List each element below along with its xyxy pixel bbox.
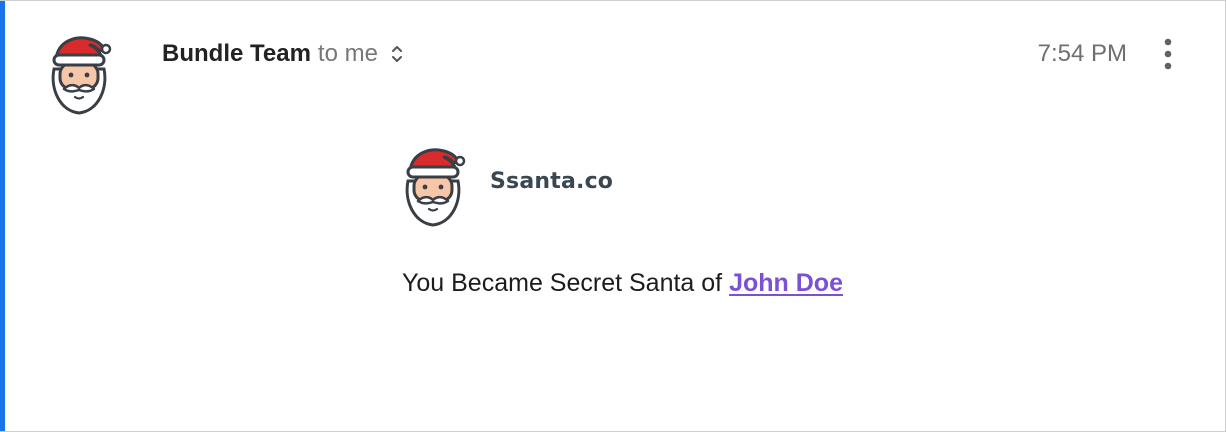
message-header: Bundle Team to me <box>162 39 404 69</box>
brand-name: Ssanta.co <box>490 169 614 194</box>
message-body: You Became Secret Santa of John Doe <box>402 269 843 298</box>
message-timestamp: 7:54 PM <box>1037 40 1127 67</box>
message-text: You Became Secret Santa of <box>402 269 730 297</box>
recipient-link[interactable]: John Doe <box>729 269 843 297</box>
santa-face-icon <box>405 148 466 227</box>
sender-name[interactable]: Bundle Team <box>162 40 311 68</box>
vertical-dots-icon <box>1164 38 1172 70</box>
selection-accent-bar <box>0 1 5 431</box>
email-message-card: Bundle Team to me 7:54 PM Ssanta.co You … <box>0 0 1226 432</box>
expand-collapse-chevron-icon[interactable] <box>390 43 404 65</box>
recipient-text: to me <box>317 40 378 67</box>
more-options-button[interactable] <box>1154 35 1182 73</box>
santa-face-icon <box>51 36 112 115</box>
